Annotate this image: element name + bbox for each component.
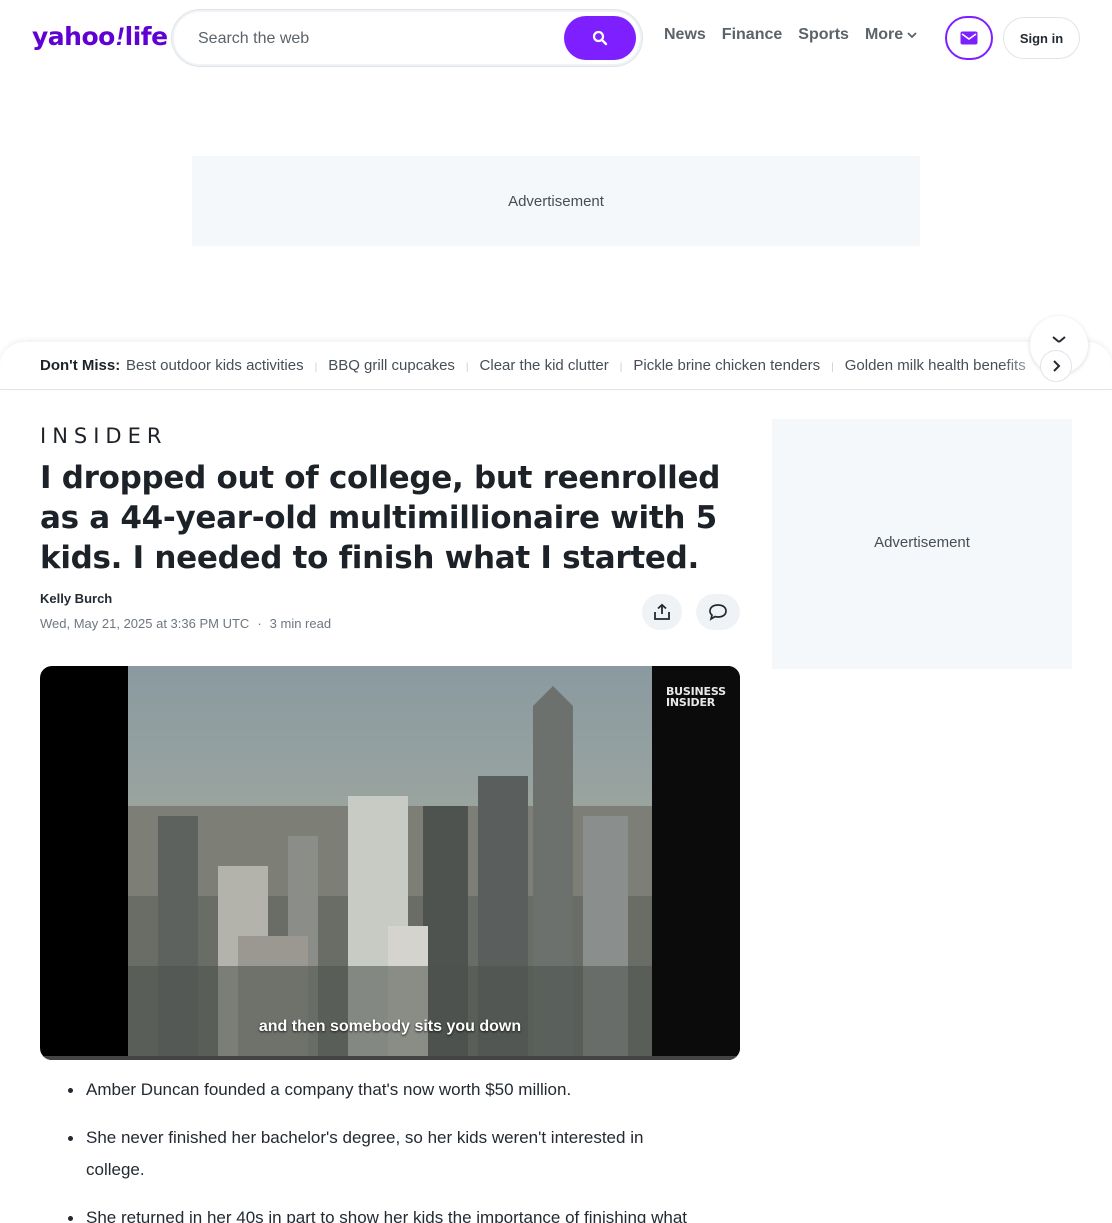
dont-miss-link[interactable]: Clear the kid clutter <box>480 357 609 374</box>
video-frame-city-skyline <box>128 666 652 1060</box>
share-button[interactable] <box>642 594 682 630</box>
nav-finance[interactable]: Finance <box>722 26 782 44</box>
logo-bang: ! <box>115 23 124 51</box>
close-icon <box>1052 336 1066 343</box>
share-icon <box>654 603 670 620</box>
logo-text-life: life <box>124 22 168 51</box>
key-point-item: She returned in her 40s in part to show … <box>40 1202 700 1223</box>
video-player[interactable]: BUSINESS INSIDER and then somebody sits … <box>40 666 740 1060</box>
chevron-right-icon <box>1053 360 1061 372</box>
dont-miss-link[interactable]: Pickle brine chicken tenders <box>633 357 820 374</box>
nav-more[interactable]: More <box>865 26 917 44</box>
link-separator: | <box>314 362 318 373</box>
link-separator: | <box>619 362 623 373</box>
dont-miss-link[interactable]: Best outdoor kids activities <box>126 357 304 374</box>
nav-news[interactable]: News <box>664 26 706 44</box>
key-point-item: She never finished her bachelor's degree… <box>40 1122 700 1186</box>
mail-icon <box>960 31 978 45</box>
key-point-item: Amber Duncan founded a company that's no… <box>40 1074 700 1106</box>
search-button[interactable] <box>564 16 636 60</box>
dont-miss-label: Don't Miss: <box>40 357 121 374</box>
business-insider-watermark: BUSINESS INSIDER <box>666 686 726 708</box>
site-header: yahoo ! life News Finance Sports More Si… <box>0 0 1112 76</box>
article-headline: I dropped out of college, but reenrolled… <box>40 460 721 576</box>
chevron-down-icon <box>907 32 917 39</box>
dont-miss-links: Best outdoor kids activities | BBQ grill c… <box>126 357 1048 374</box>
main-nav: News Finance Sports More <box>664 26 917 44</box>
ad-sidebar-right[interactable]: Advertisement <box>772 419 1072 669</box>
comments-button[interactable] <box>696 594 740 630</box>
link-separator: | <box>831 362 834 373</box>
link-separator: | <box>465 362 469 373</box>
meta-separator: · <box>257 616 262 631</box>
publish-date: Wed, May 21, 2025 at 3:36 PM UTC <box>40 616 250 631</box>
logo-text-yahoo: yahoo <box>32 22 115 51</box>
sign-in-button[interactable]: Sign in <box>1003 17 1080 59</box>
nav-sports[interactable]: Sports <box>798 26 849 44</box>
provider-logo-insider[interactable]: INSIDER <box>40 424 167 448</box>
ad-banner-top[interactable]: Advertisement <box>192 156 920 246</box>
article-meta: Wed, May 21, 2025 at 3:36 PM UTC · 3 min r… <box>40 616 331 631</box>
dont-miss-next-button[interactable] <box>1040 350 1072 382</box>
dont-miss-link[interactable]: BBQ grill cupcakes <box>328 357 455 374</box>
article-key-points: Amber Duncan founded a company that's no… <box>40 1074 700 1223</box>
video-letterbox-right <box>652 666 740 1060</box>
nav-more-label: More <box>864 26 904 43</box>
video-progress-bar[interactable] <box>40 1056 740 1060</box>
search-icon <box>592 30 608 46</box>
article-author[interactable]: Kelly Burch <box>40 591 112 606</box>
search-input[interactable] <box>198 24 558 54</box>
watermark-line2: INSIDER <box>666 696 716 709</box>
comment-icon <box>709 604 727 621</box>
yahoo-life-logo[interactable]: yahoo ! life <box>32 22 168 54</box>
video-caption: and then somebody sits you down <box>258 1018 522 1035</box>
search-box <box>172 10 642 66</box>
dont-miss-link[interactable]: Golden milk health benefits <box>845 357 1026 374</box>
read-time: 3 min read <box>269 616 332 631</box>
mail-button[interactable] <box>945 16 993 60</box>
dont-miss-bar: Don't Miss: Best outdoor kids activities… <box>0 342 1112 390</box>
